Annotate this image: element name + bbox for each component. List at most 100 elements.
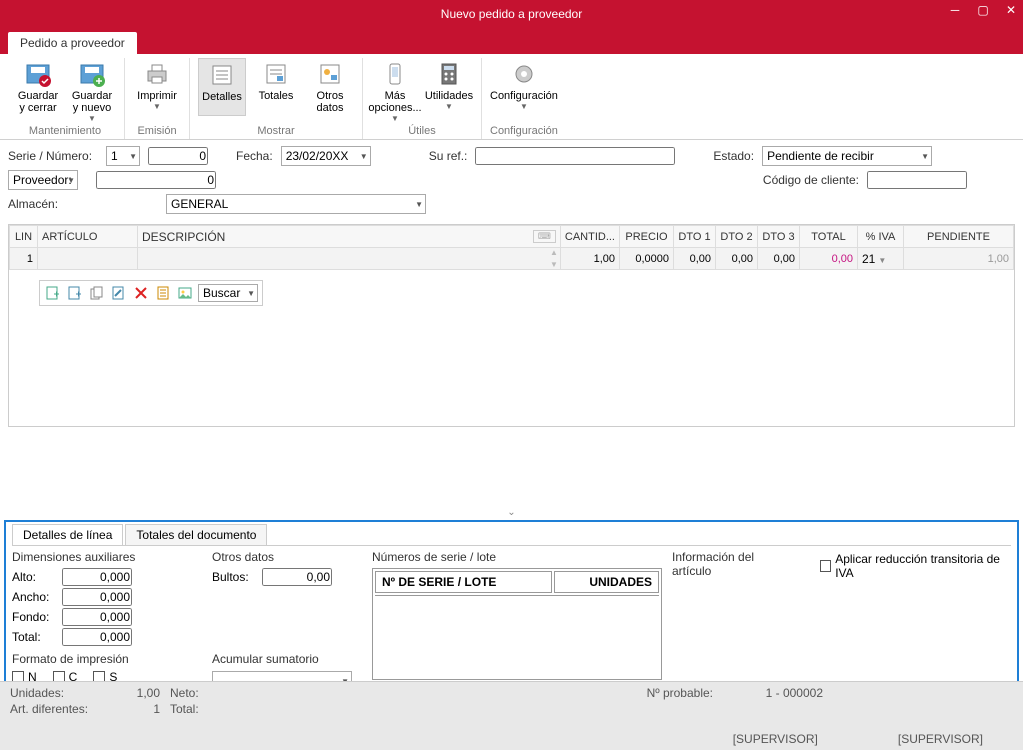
cell-dto1[interactable]: 0,00 <box>674 248 716 270</box>
total-input[interactable] <box>62 628 132 646</box>
image-icon[interactable] <box>176 284 194 302</box>
proveedor-label-combo[interactable]: Proveedor:▼ <box>8 170 78 190</box>
guardar-nuevo-button[interactable]: Guardar y nuevo ▼ <box>68 58 116 125</box>
n-probable-label: Nº probable: <box>647 686 713 700</box>
chevron-down-icon: ▼ <box>445 102 453 111</box>
copy-line-icon[interactable] <box>88 284 106 302</box>
proveedor-input[interactable] <box>96 171 216 189</box>
fondo-input[interactable] <box>62 608 132 626</box>
cell-total[interactable]: 0,00 <box>800 248 858 270</box>
cell-cantidad[interactable]: 1,00 <box>560 248 619 270</box>
totals-icon <box>262 60 290 88</box>
col-dto1[interactable]: DTO 1 <box>674 226 716 248</box>
insert-line-icon[interactable] <box>66 284 84 302</box>
utilidades-button[interactable]: Utilidades ▼ <box>425 58 473 125</box>
almacen-label: Almacén: <box>8 197 98 211</box>
cell-articulo[interactable] <box>38 248 138 270</box>
save-new-icon <box>78 60 106 88</box>
codigo-cliente-label: Código de cliente: <box>763 173 859 187</box>
col-dto2[interactable]: DTO 2 <box>716 226 758 248</box>
calculator-icon <box>435 60 463 88</box>
minimize-icon[interactable]: ─ <box>947 2 963 18</box>
serie-combo[interactable]: 1▼ <box>106 146 140 166</box>
serial-col-num: Nº DE SERIE / LOTE <box>375 571 552 593</box>
art-diferentes-label: Art. diferentes: <box>10 702 110 716</box>
tab-totales-documento[interactable]: Totales del documento <box>125 524 267 545</box>
numero-input[interactable] <box>148 147 208 165</box>
chevron-down-icon: ▼ <box>921 152 929 161</box>
chevron-down-icon: ▼ <box>520 102 528 111</box>
cell-desc[interactable]: ▲▼ <box>138 248 561 270</box>
details-icon <box>208 61 236 89</box>
configuracion-button[interactable]: Configuración ▼ <box>500 58 548 113</box>
guardar-cerrar-button[interactable]: Guardar y cerrar <box>14 58 62 125</box>
scroll-up-icon[interactable]: ▲ <box>550 248 558 257</box>
col-descripcion[interactable]: DESCRIPCIÓN⌨ <box>138 226 561 248</box>
window-controls: ─ ▢ ✕ <box>947 2 1019 18</box>
lines-grid[interactable]: LIN ARTÍCULO DESCRIPCIÓN⌨ CANTID... PREC… <box>8 224 1015 427</box>
col-pendiente[interactable]: PENDIENTE <box>904 226 1014 248</box>
table-row[interactable]: 1 ▲▼ 1,00 0,0000 0,00 0,00 0,00 0,00 21 … <box>10 248 1014 270</box>
codigo-cliente-input[interactable] <box>867 171 967 189</box>
mas-opciones-button[interactable]: Más opciones... ▼ <box>371 58 419 125</box>
unidades-value: 1,00 <box>110 686 160 700</box>
art-diferentes-value: 1 <box>110 702 160 716</box>
gear-icon <box>510 60 538 88</box>
cell-dto2[interactable]: 0,00 <box>716 248 758 270</box>
ancho-label: Ancho: <box>12 590 62 604</box>
serial-table[interactable]: Nº DE SERIE / LOTEUNIDADES <box>372 568 662 680</box>
cell-pendiente[interactable]: 1,00 <box>904 248 1014 270</box>
scroll-down-icon[interactable]: ▼ <box>550 260 558 269</box>
chevron-down-icon: ▼ <box>360 152 368 161</box>
form-header: Serie / Número: 1▼ Fecha: 23/02/20XX▼ Su… <box>0 140 1023 224</box>
tab-detalles-linea[interactable]: Detalles de línea <box>12 524 123 545</box>
total-label: Total: <box>12 630 62 644</box>
col-cantidad[interactable]: CANTID... <box>560 226 619 248</box>
formato-title: Formato de impresión <box>12 652 202 666</box>
group-label-configuracion: Configuración <box>490 125 558 139</box>
fondo-label: Fondo: <box>12 610 62 624</box>
splitter-handle[interactable]: ⌄ <box>0 507 1023 518</box>
fecha-combo[interactable]: 23/02/20XX▼ <box>281 146 371 166</box>
col-iva[interactable]: % IVA <box>858 226 904 248</box>
col-dto3[interactable]: DTO 3 <box>758 226 800 248</box>
status-bar: Unidades: 1,00 Neto: Nº probable: 1 - 00… <box>0 681 1023 750</box>
cell-iva[interactable]: 21 ▼ <box>858 248 904 270</box>
imprimir-button[interactable]: Imprimir ▼ <box>133 58 181 113</box>
chevron-down-icon: ▼ <box>391 114 399 123</box>
cell-dto3[interactable]: 0,00 <box>758 248 800 270</box>
col-total[interactable]: TOTAL <box>800 226 858 248</box>
dimensiones-title: Dimensiones auxiliares <box>12 550 202 564</box>
maximize-icon[interactable]: ▢ <box>975 2 991 18</box>
su-ref-input[interactable] <box>475 147 675 165</box>
fecha-label: Fecha: <box>236 149 273 163</box>
serial-title: Números de serie / lote <box>372 550 662 564</box>
tab-pedido[interactable]: Pedido a proveedor <box>8 32 137 54</box>
serie-numero-label: Serie / Número: <box>8 149 98 163</box>
unidades-label: Unidades: <box>10 686 110 700</box>
totales-button[interactable]: Totales <box>252 58 300 116</box>
cell-lin[interactable]: 1 <box>10 248 38 270</box>
alto-input[interactable] <box>62 568 132 586</box>
new-line-icon[interactable] <box>44 284 62 302</box>
estado-label: Estado: <box>713 149 754 163</box>
bultos-input[interactable] <box>262 568 332 586</box>
otros-datos-button[interactable]: Otros datos <box>306 58 354 116</box>
cell-precio[interactable]: 0,0000 <box>620 248 674 270</box>
edit-line-icon[interactable] <box>110 284 128 302</box>
col-lin[interactable]: LIN <box>10 226 38 248</box>
col-articulo[interactable]: ARTÍCULO <box>38 226 138 248</box>
estado-combo[interactable]: Pendiente de recibir▼ <box>762 146 932 166</box>
group-label-mantenimiento: Mantenimiento <box>29 125 101 139</box>
ancho-input[interactable] <box>62 588 132 606</box>
detalles-button[interactable]: Detalles <box>198 58 246 116</box>
notes-icon[interactable] <box>154 284 172 302</box>
ribbon-group-mostrar: Detalles Totales Otros datos Mostrar <box>190 58 363 139</box>
buscar-combo[interactable]: Buscar▼ <box>198 284 258 302</box>
close-icon[interactable]: ✕ <box>1003 2 1019 18</box>
col-precio[interactable]: PRECIO <box>620 226 674 248</box>
check-reduccion-iva[interactable]: Aplicar reducción transitoria de IVA <box>820 550 1011 582</box>
delete-line-icon[interactable] <box>132 284 150 302</box>
almacen-combo[interactable]: GENERAL▼ <box>166 194 426 214</box>
keyboard-icon: ⌨ <box>533 230 556 243</box>
